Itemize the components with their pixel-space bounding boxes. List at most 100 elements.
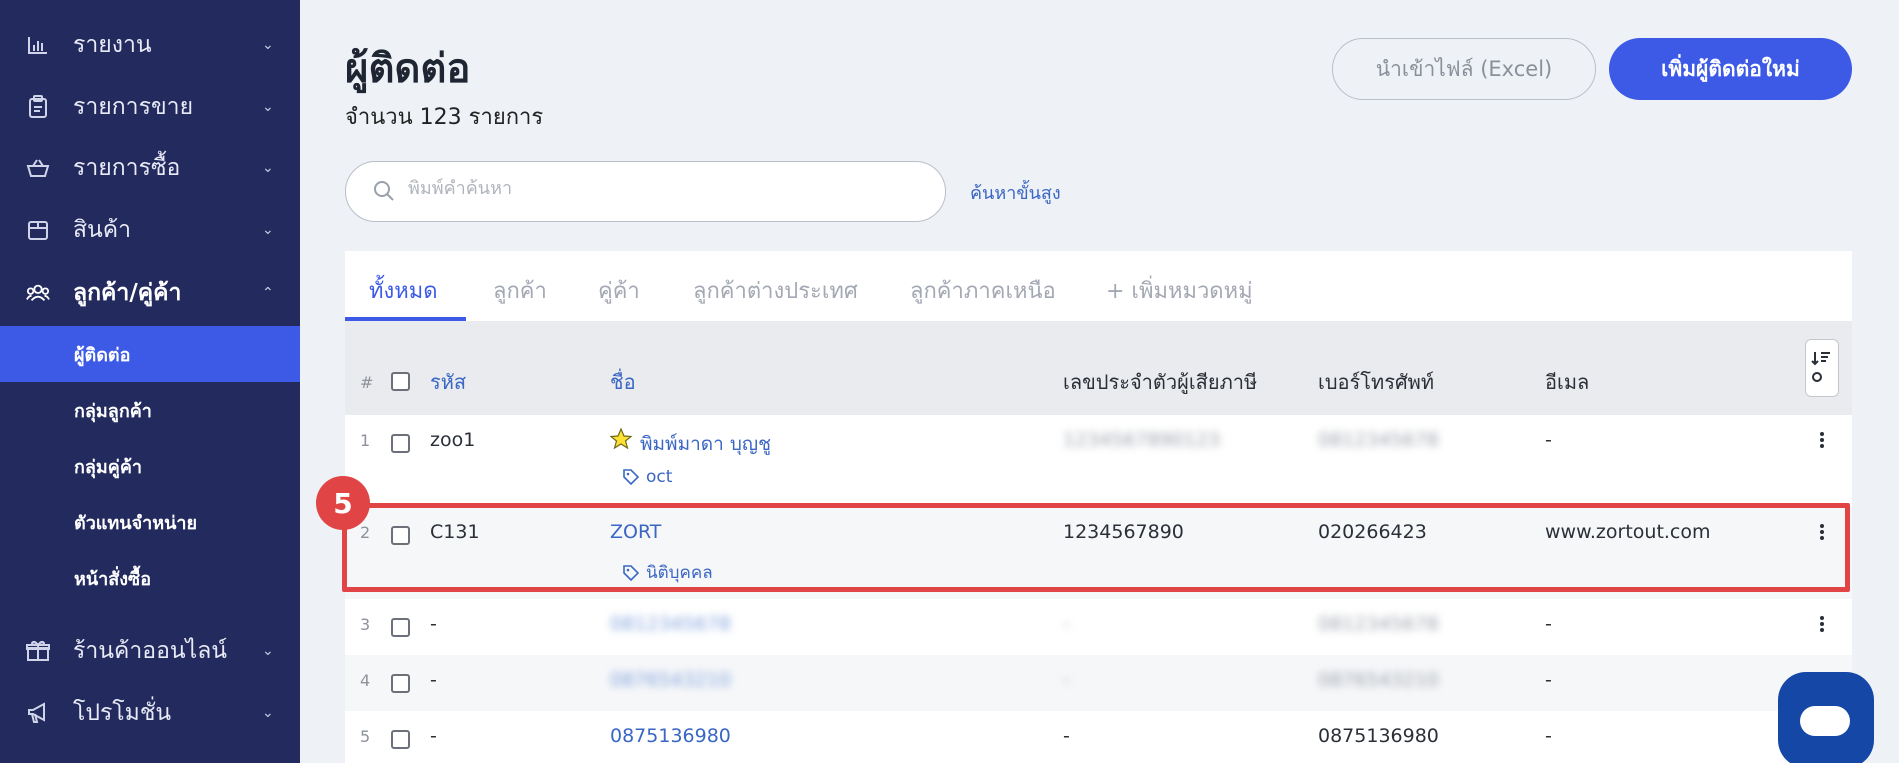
search-icon (372, 179, 396, 207)
sidebar-subitem-label: หน้าสั่งซื้อ (74, 568, 152, 590)
row-checkbox[interactable] (391, 434, 410, 453)
email: - (1545, 429, 1552, 451)
sidebar-item-sales[interactable]: รายการขาย ⌄ (0, 76, 300, 138)
table-row[interactable]: 4 - 0876543210 - 0876543210 - (345, 655, 1852, 711)
sidebar-subitem-supplier-groups[interactable]: กลุ่มคู่ค้า (0, 438, 300, 494)
email: - (1545, 613, 1552, 635)
clipboard-icon (26, 95, 50, 119)
column-header-email: อีเมล (1545, 370, 1590, 394)
more-options-icon[interactable] (1820, 430, 1826, 450)
tax-id: - (1063, 613, 1070, 635)
row-number: 5 (360, 727, 371, 746)
contact-code: - (430, 613, 437, 635)
tab-northern-customers[interactable]: ลูกค้าภาคเหนือ (910, 273, 1056, 308)
sidebar-item-label: สินค้า (73, 217, 132, 243)
column-header-number: # (360, 373, 374, 392)
column-header-name[interactable]: ชื่อ (610, 366, 636, 398)
table-row[interactable]: 1 zoo1 พิมพ์มาดา บุญชู oct 1234567890123… (345, 415, 1852, 507)
row-number: 3 (360, 615, 371, 634)
column-sort-icon (1811, 352, 1830, 382)
contact-tag[interactable]: oct (622, 467, 672, 487)
table-header: # รหัส ชื่อ เลขประจำตัวผู้เสียภาษี เบอร์… (345, 321, 1852, 415)
sidebar: รายงาน ⌄ รายการขาย ⌄ รายการซื้อ ⌄ สินค้า… (0, 0, 300, 763)
phone-number: 0876543210 (1318, 669, 1439, 691)
advanced-search-link[interactable]: ค้นหาขั้นสูง (970, 178, 1061, 207)
contact-code: - (430, 669, 437, 691)
more-options-icon[interactable] (1820, 614, 1826, 634)
sidebar-item-label: รายการขาย (73, 94, 194, 120)
sidebar-item-label: รายการซื้อ (73, 155, 181, 181)
contact-name-link[interactable]: พิมพ์มาดา บุญชู (640, 429, 771, 459)
import-excel-button[interactable]: นำเข้าไฟล์ (Excel) (1332, 38, 1596, 100)
row-checkbox[interactable] (391, 674, 410, 693)
sidebar-item-customers[interactable]: ลูกค้า/คู่ค้า ⌃ (0, 262, 300, 324)
chat-bubble-icon (1800, 706, 1850, 736)
phone-number: 0812345678 (1318, 429, 1439, 451)
chevron-down-icon: ⌄ (262, 99, 274, 115)
sidebar-subitem-label: ตัวแทนจำหน่าย (74, 512, 198, 534)
table-row[interactable]: 3 - 0812345678 - 0812345678 - (345, 599, 1852, 655)
box-icon (26, 218, 50, 242)
sidebar-item-label: โปรโมชั่น (73, 700, 172, 726)
page-title: ผู้ติดต่อ (345, 46, 471, 92)
row-checkbox[interactable] (391, 730, 410, 749)
contact-name-link[interactable]: 0876543210 (610, 669, 731, 691)
sidebar-item-label: รายงาน (73, 32, 152, 58)
chat-button[interactable] (1778, 672, 1874, 763)
search-box (345, 161, 946, 222)
tab-foreign-customers[interactable]: ลูกค้าต่างประเทศ (693, 273, 858, 308)
star-icon[interactable] (609, 427, 633, 455)
sidebar-item-label: ลูกค้า/คู่ค้า (73, 280, 182, 306)
row-checkbox[interactable] (391, 618, 410, 637)
column-settings-button[interactable] (1805, 339, 1839, 397)
sidebar-subitem-label: กลุ่มลูกค้า (74, 400, 152, 422)
contact-name-link[interactable]: 0812345678 (610, 613, 731, 635)
sidebar-subitem-label: กลุ่มคู่ค้า (74, 456, 142, 478)
contact-code: zoo1 (430, 429, 476, 451)
sidebar-item-label: ร้านค้าออนไลน์ (73, 638, 228, 664)
chevron-down-icon: ⌄ (262, 643, 274, 659)
email: - (1545, 725, 1552, 747)
highlight-box (342, 503, 1850, 592)
step-badge: 5 (316, 476, 370, 530)
add-contact-button[interactable]: เพิ่มผู้ติดต่อใหม่ (1609, 38, 1852, 100)
tab-add-category[interactable]: + เพิ่มหมวดหมู่ (1106, 273, 1253, 308)
column-header-code[interactable]: รหัส (430, 366, 466, 398)
tab-customers[interactable]: ลูกค้า (493, 273, 547, 308)
chevron-down-icon: ⌄ (262, 37, 274, 53)
tax-id: - (1063, 725, 1070, 747)
chevron-down-icon: ⌄ (262, 160, 274, 176)
chevron-up-icon: ⌃ (262, 285, 274, 301)
tag-label: oct (646, 467, 673, 487)
chevron-down-icon: ⌄ (262, 705, 274, 721)
sidebar-item-reports[interactable]: รายงาน ⌄ (0, 14, 300, 76)
contact-code: - (430, 725, 437, 747)
sidebar-subitem-label: ผู้ติดต่อ (74, 344, 131, 366)
gift-icon (26, 639, 50, 663)
sidebar-item-products[interactable]: สินค้า ⌄ (0, 199, 300, 261)
record-count: จำนวน 123 รายการ (345, 105, 544, 130)
tag-icon (623, 469, 640, 486)
bar-chart-icon (26, 33, 50, 57)
sidebar-subitem-dealers[interactable]: ตัวแทนจำหน่าย (0, 494, 300, 550)
column-header-phone: เบอร์โทรศัพท์ (1318, 370, 1435, 394)
sidebar-subitem-contacts[interactable]: ผู้ติดต่อ (0, 326, 300, 382)
row-number: 1 (360, 431, 371, 450)
sidebar-item-promotions[interactable]: โปรโมชั่น ⌄ (0, 682, 300, 744)
chevron-down-icon: ⌄ (262, 222, 274, 238)
sidebar-subitem-customer-groups[interactable]: กลุ่มลูกค้า (0, 382, 300, 438)
search-input[interactable] (408, 178, 908, 199)
category-tabs: ทั้งหมด ลูกค้า คู่ค้า ลูกค้าต่างประเทศ ล… (345, 251, 1852, 321)
sidebar-item-online-store[interactable]: ร้านค้าออนไลน์ ⌄ (0, 620, 300, 682)
table-row[interactable]: 5 - 0875136980 - 0875136980 - (345, 711, 1852, 763)
sidebar-subitem-order-page[interactable]: หน้าสั่งซื้อ (0, 550, 300, 606)
tab-suppliers[interactable]: คู่ค้า (598, 273, 640, 308)
phone-number: 0812345678 (1318, 613, 1439, 635)
tab-all[interactable]: ทั้งหมด (369, 273, 438, 308)
select-all-checkbox[interactable] (391, 372, 410, 391)
sidebar-item-purchases[interactable]: รายการซื้อ ⌄ (0, 137, 300, 199)
users-icon (26, 281, 50, 305)
megaphone-icon (26, 701, 50, 725)
tax-id: - (1063, 669, 1070, 691)
contact-name-link[interactable]: 0875136980 (610, 725, 731, 747)
